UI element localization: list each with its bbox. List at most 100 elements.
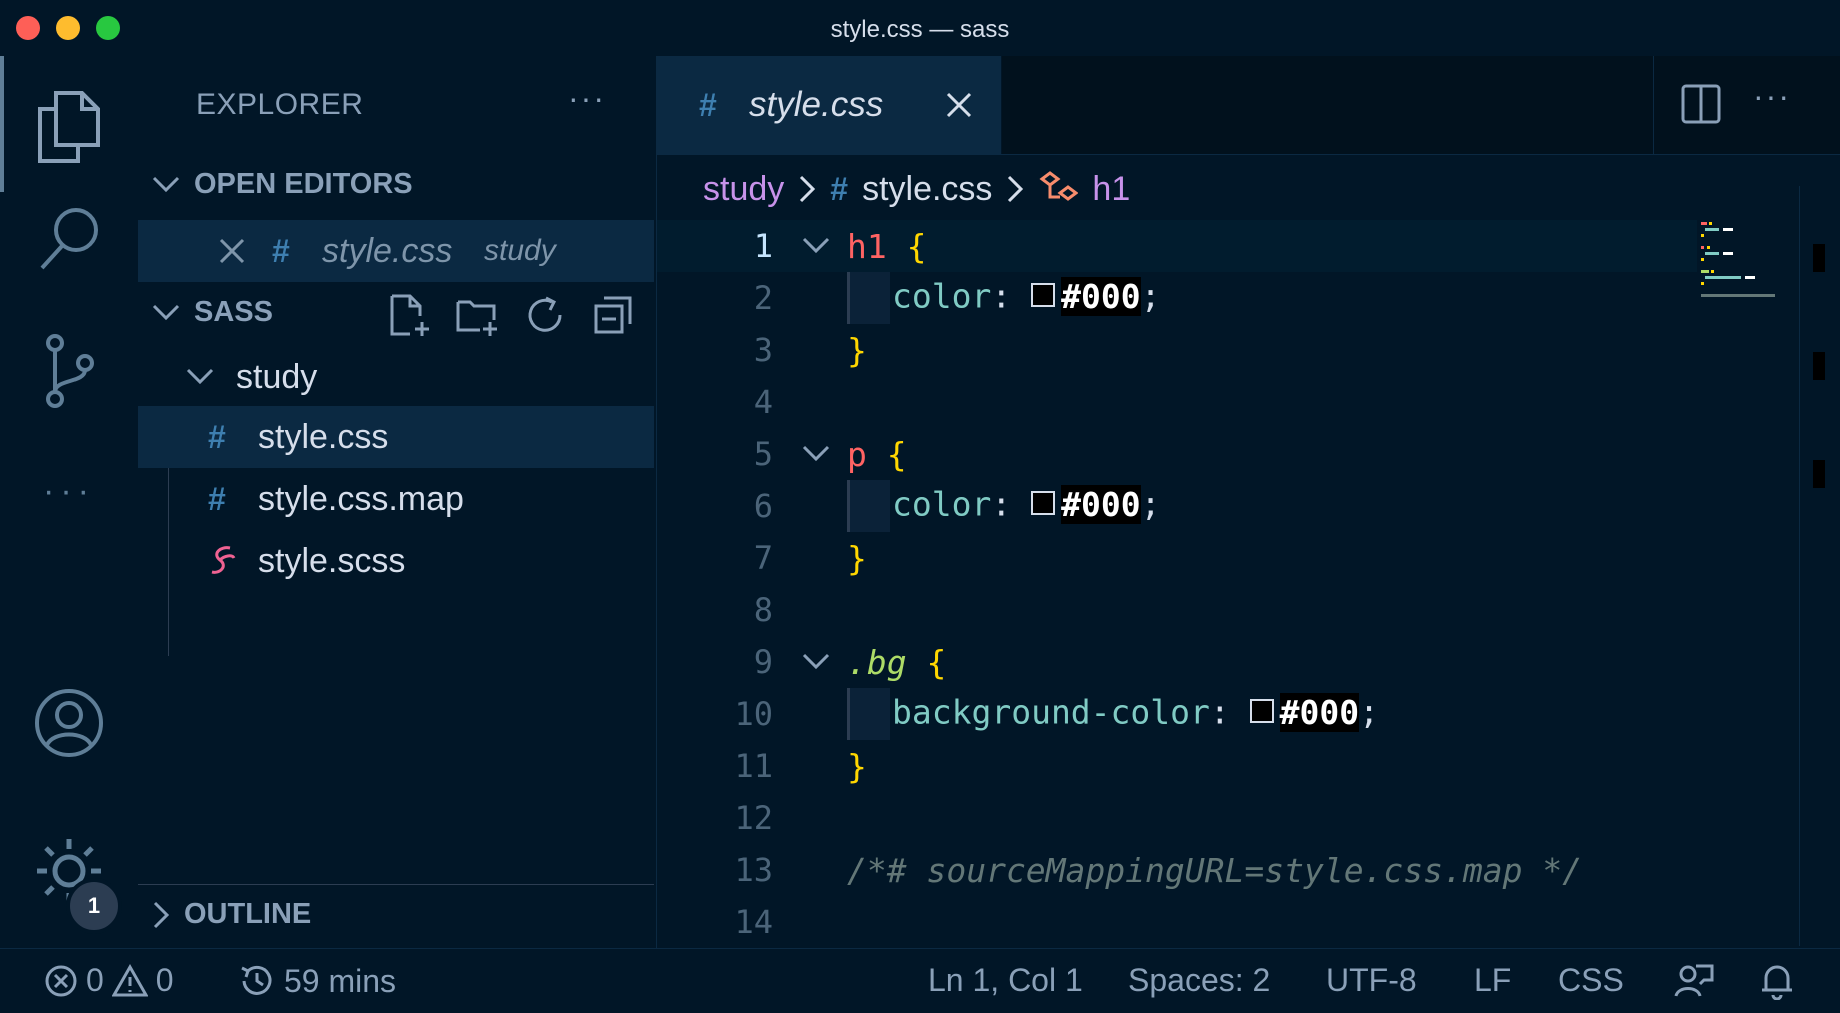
- cursor-position[interactable]: Ln 1, Col 1: [928, 962, 1083, 999]
- breadcrumb-symbol[interactable]: h1: [1092, 170, 1130, 209]
- code-line[interactable]: 14: [657, 896, 1697, 948]
- close-icon[interactable]: [218, 237, 246, 265]
- chevron-right-icon: [153, 901, 170, 928]
- language-mode[interactable]: CSS: [1558, 962, 1624, 999]
- history-icon: [241, 965, 272, 995]
- sass-section[interactable]: SASS: [152, 296, 273, 329]
- semicolon: ;: [1140, 276, 1161, 316]
- code-line[interactable]: 8: [657, 584, 1697, 636]
- line-number: 4: [753, 383, 773, 421]
- overview-ruler-mark: [1813, 460, 1825, 488]
- tab-style-css[interactable]: # style.css: [657, 56, 1002, 154]
- code-line[interactable]: 5 p {: [657, 428, 1697, 480]
- open-editors-section[interactable]: OPEN EDITORS: [152, 168, 413, 201]
- time-label: 59 mins: [284, 962, 397, 999]
- fold-chevron-icon[interactable]: [802, 237, 830, 255]
- file-item-style-scss[interactable]: style.scss: [138, 530, 654, 592]
- indentation[interactable]: Spaces: 2: [1128, 962, 1270, 999]
- color-swatch[interactable]: [1031, 283, 1056, 307]
- code-line[interactable]: 2 color: #000;: [657, 272, 1697, 324]
- line-number: 9: [753, 643, 773, 681]
- fold-chevron-icon[interactable]: [802, 653, 830, 671]
- notifications-bell-icon[interactable]: [1760, 962, 1794, 1000]
- source-control-icon[interactable]: [30, 332, 108, 410]
- hash-icon: #: [830, 170, 849, 207]
- close-icon[interactable]: [945, 91, 973, 119]
- file-label: style.css: [258, 417, 389, 456]
- error-count: 0: [86, 962, 104, 998]
- new-file-icon[interactable]: [386, 292, 432, 338]
- feedback-icon[interactable]: [1674, 962, 1714, 1000]
- line-number: 13: [734, 851, 773, 889]
- line-number: 12: [734, 799, 773, 837]
- code-line[interactable]: 7 }: [657, 532, 1697, 584]
- time-indicator[interactable]: 59 mins: [238, 962, 396, 1000]
- code-line[interactable]: 13 /*# sourceMappingURL=style.css.map */: [657, 844, 1697, 896]
- explorer-more-button[interactable]: ···: [568, 80, 606, 117]
- new-folder-icon[interactable]: [454, 292, 500, 338]
- css-property: color: [892, 484, 992, 524]
- collapse-all-icon[interactable]: [590, 292, 636, 338]
- code-line[interactable]: 3 }: [657, 324, 1697, 376]
- code-line[interactable]: 4: [657, 376, 1697, 428]
- code-line[interactable]: 1 h1 {: [657, 220, 1697, 272]
- active-indicator: [0, 56, 4, 192]
- semicolon: ;: [1140, 484, 1161, 524]
- code-line[interactable]: 12: [657, 792, 1697, 844]
- outline-label: OUTLINE: [184, 898, 312, 930]
- account-icon[interactable]: [30, 684, 108, 762]
- line-number: 2: [753, 279, 773, 317]
- fold-chevron-icon[interactable]: [802, 445, 830, 463]
- line-number: 8: [753, 591, 773, 629]
- split-editor-icon[interactable]: [1681, 84, 1721, 124]
- refresh-icon[interactable]: [522, 292, 568, 338]
- folder-label: study: [236, 357, 318, 396]
- overview-ruler-mark: [1813, 352, 1825, 380]
- outline-section[interactable]: OUTLINE: [152, 898, 311, 931]
- line-number: 1: [753, 227, 773, 265]
- brace: }: [847, 330, 867, 370]
- more-views-icon[interactable]: ···: [30, 452, 108, 530]
- line-number: 14: [734, 903, 773, 941]
- colon: :: [991, 484, 1012, 524]
- css-selector: .bg: [847, 642, 907, 682]
- warning-icon: [111, 963, 148, 996]
- brace: {: [906, 226, 927, 266]
- color-swatch[interactable]: [1249, 699, 1274, 723]
- breadcrumb: study # style.css h1: [703, 164, 1130, 214]
- breadcrumb-folder[interactable]: study: [703, 170, 784, 209]
- breadcrumb-file[interactable]: style.css: [862, 170, 992, 209]
- file-item-style-css-map[interactable]: # style.css.map: [138, 468, 654, 530]
- code-line[interactable]: 10 background-color: #000;: [657, 688, 1697, 740]
- encoding[interactable]: UTF-8: [1326, 962, 1417, 999]
- code-line[interactable]: 6 color: #000;: [657, 480, 1697, 532]
- end-of-line[interactable]: LF: [1474, 962, 1511, 999]
- open-editor-filename: style.css: [322, 231, 453, 270]
- brace: }: [847, 538, 867, 578]
- tab-label: style.css: [749, 85, 884, 124]
- hash-icon: #: [699, 86, 717, 123]
- open-editor-item[interactable]: # style.css study: [138, 220, 654, 282]
- indent-guide: [847, 272, 890, 324]
- tab-bar: # style.css ···: [657, 56, 1840, 155]
- code-line[interactable]: 11 }: [657, 740, 1697, 792]
- search-icon[interactable]: [30, 200, 108, 278]
- css-value: #000: [1279, 692, 1360, 732]
- problems-indicator[interactable]: 0 0: [44, 962, 174, 999]
- file-item-style-css[interactable]: # style.css: [138, 406, 654, 468]
- editor-more-icon[interactable]: ···: [1753, 78, 1791, 115]
- code-line[interactable]: 9 .bg {: [657, 636, 1697, 688]
- sass-label: SASS: [194, 296, 273, 328]
- color-swatch[interactable]: [1031, 491, 1056, 515]
- chevron-down-icon: [152, 304, 180, 320]
- chevron-right-icon: [800, 175, 816, 203]
- folder-study[interactable]: study: [138, 346, 654, 408]
- line-number: 10: [734, 695, 773, 733]
- colon: :: [1209, 692, 1230, 732]
- minimap[interactable]: [1699, 220, 1779, 320]
- explorer-icon[interactable]: [30, 88, 108, 166]
- explorer-sidebar: EXPLORER ··· OPEN EDITORS # style.css st…: [138, 56, 657, 948]
- scrollbar[interactable]: [1799, 186, 1800, 946]
- warning-count: 0: [155, 962, 174, 998]
- status-bar: 0 0 59 mins Ln 1, Col 1 Spaces: 2 UTF-8 …: [0, 948, 1840, 1013]
